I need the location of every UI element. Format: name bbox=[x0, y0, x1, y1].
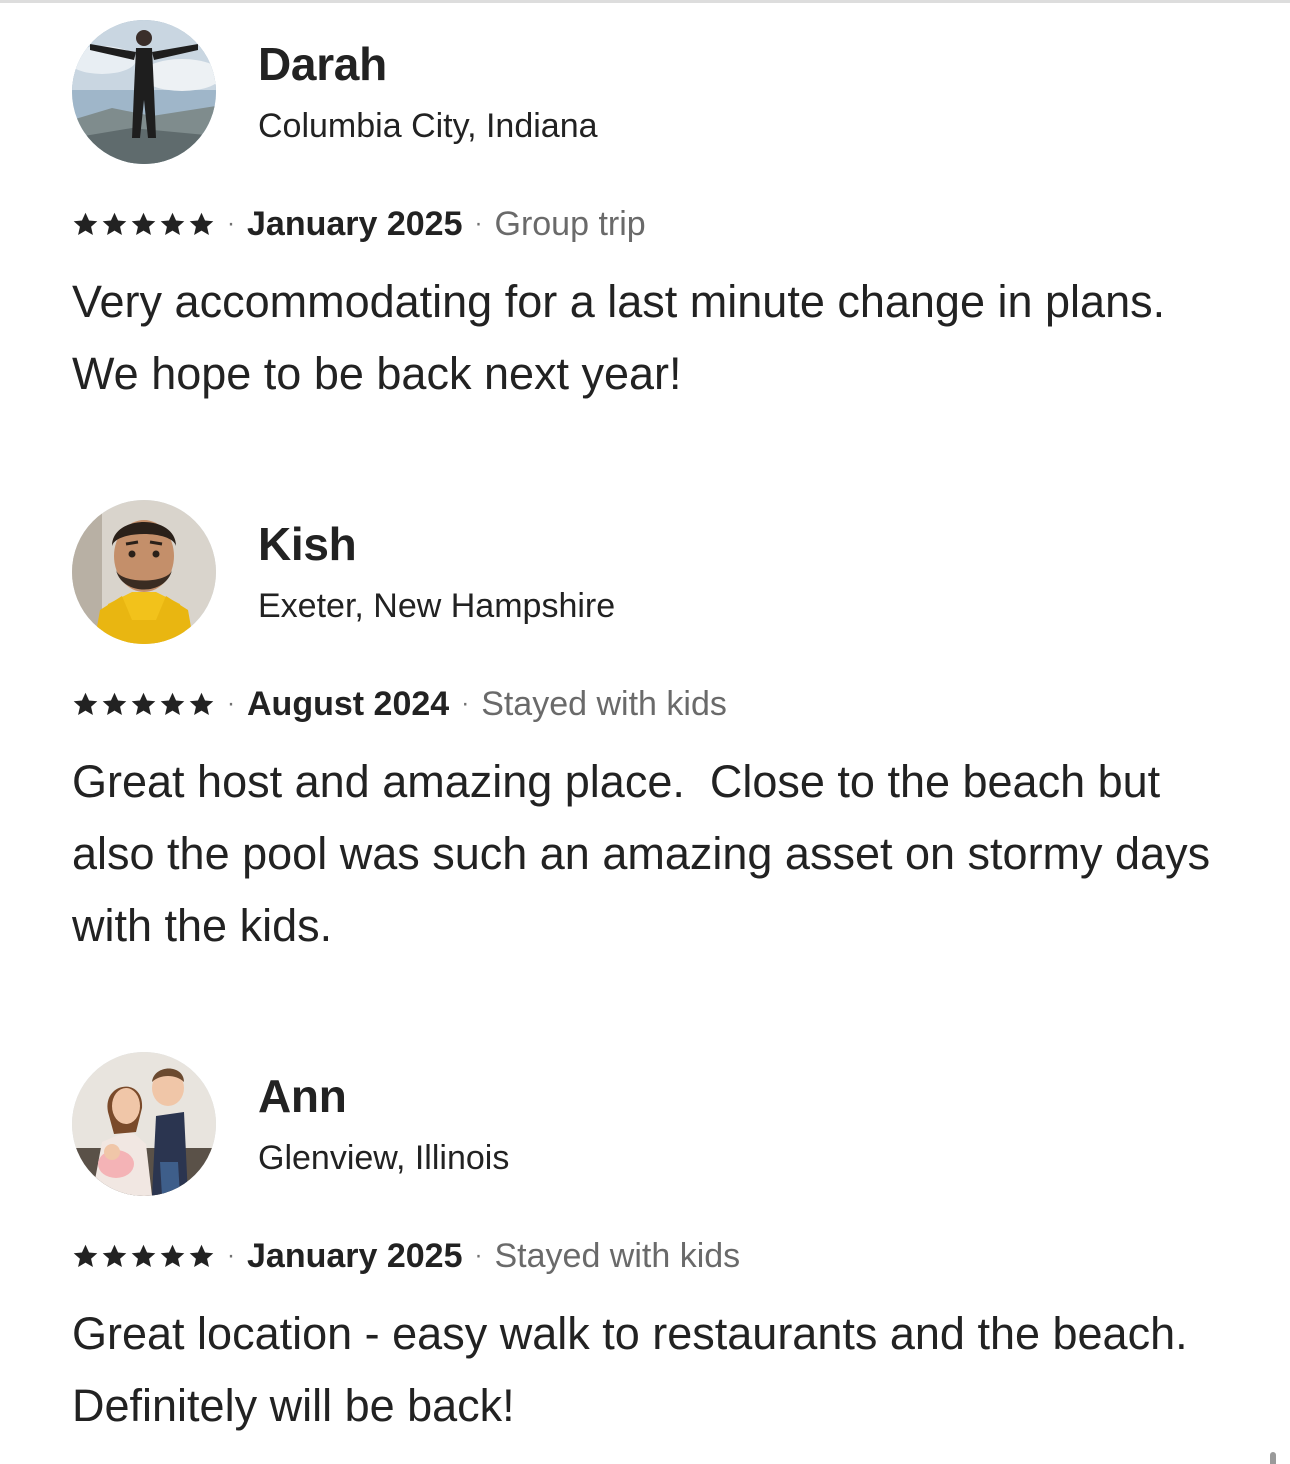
trip-type: Stayed with kids bbox=[481, 684, 727, 723]
review-meta: · January 2025 · Group trip bbox=[72, 202, 646, 246]
reviewer-name[interactable]: Darah bbox=[258, 36, 387, 92]
review-meta: · August 2024 · Stayed with kids bbox=[72, 682, 727, 726]
review-card: Darah Columbia City, Indiana · January 2… bbox=[72, 20, 1232, 399]
star-icon bbox=[189, 1244, 214, 1267]
reviewer-header[interactable]: Darah Columbia City, Indiana bbox=[72, 20, 1232, 166]
top-divider bbox=[0, 0, 1290, 3]
reviewer-name[interactable]: Ann bbox=[258, 1068, 347, 1124]
review-card: Kish Exeter, New Hampshire · August 2024… bbox=[72, 500, 1232, 951]
reviewer-header[interactable]: Ann Glenview, Illinois bbox=[72, 1052, 1232, 1198]
separator-dot: · bbox=[227, 690, 235, 717]
avatar[interactable] bbox=[72, 1052, 216, 1196]
star-icon bbox=[102, 1244, 127, 1267]
star-icon bbox=[160, 1244, 185, 1267]
separator-dot: · bbox=[474, 1242, 483, 1269]
star-icon bbox=[131, 1244, 156, 1267]
star-icon bbox=[102, 692, 127, 715]
avatar[interactable] bbox=[72, 20, 216, 164]
star-icon bbox=[160, 692, 185, 715]
review-date: January 2025 bbox=[247, 204, 463, 243]
star-icon bbox=[73, 1244, 98, 1267]
star-icon bbox=[160, 212, 185, 235]
review-text: Great location - easy walk to restaurant… bbox=[72, 1308, 1201, 1431]
reviewer-location: Columbia City, Indiana bbox=[258, 107, 598, 145]
star-rating bbox=[72, 211, 215, 238]
trip-type: Group trip bbox=[494, 204, 646, 243]
trip-type: Stayed with kids bbox=[494, 1236, 741, 1275]
review-text: Great host and amazing place. Close to t… bbox=[72, 756, 1223, 951]
separator-dot: · bbox=[227, 1242, 235, 1269]
reviewer-location: Exeter, New Hampshire bbox=[258, 587, 616, 625]
scrollbar[interactable] bbox=[1270, 1452, 1276, 1464]
review-text: Very accommodating for a last minute cha… bbox=[72, 276, 1178, 399]
review-card: Ann Glenview, Illinois · January 2025 · … bbox=[72, 1052, 1232, 1431]
separator-dot: · bbox=[474, 210, 483, 237]
review-meta: · January 2025 · Stayed with kids bbox=[72, 1234, 740, 1278]
mother-with-kids-photo bbox=[72, 1052, 216, 1196]
avatar[interactable] bbox=[72, 500, 216, 644]
review-date: January 2025 bbox=[247, 1236, 463, 1275]
reviewer-location: Glenview, Illinois bbox=[258, 1139, 510, 1177]
reviewer-header[interactable]: Kish Exeter, New Hampshire bbox=[72, 500, 1232, 646]
reviewer-name[interactable]: Kish bbox=[258, 516, 357, 572]
reviews-page: Darah Columbia City, Indiana · January 2… bbox=[0, 0, 1290, 1464]
star-icon bbox=[73, 692, 98, 715]
person-jumping-photo bbox=[72, 20, 216, 164]
star-icon bbox=[189, 212, 214, 235]
star-rating bbox=[72, 691, 215, 718]
star-rating bbox=[72, 1243, 215, 1270]
separator-dot: · bbox=[227, 210, 235, 237]
man-yellow-hoodie-photo bbox=[72, 500, 216, 644]
review-date: August 2024 bbox=[247, 684, 450, 723]
star-icon bbox=[189, 692, 214, 715]
star-icon bbox=[131, 692, 156, 715]
star-icon bbox=[73, 212, 98, 235]
star-icon bbox=[102, 212, 127, 235]
star-icon bbox=[131, 212, 156, 235]
separator-dot: · bbox=[461, 690, 470, 717]
